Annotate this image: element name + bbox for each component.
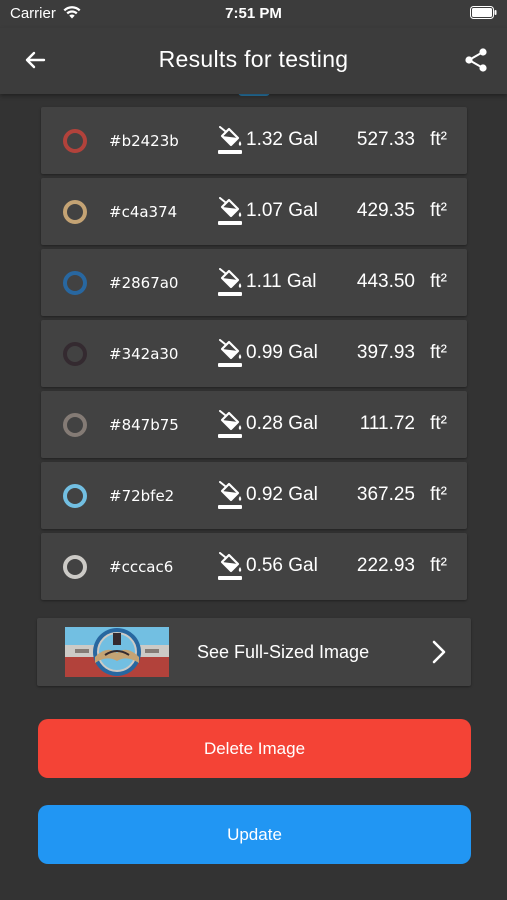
color-swatch [63, 484, 87, 508]
hex-code: #72bfe2 [109, 487, 175, 505]
hex-code: #b2423b [109, 132, 179, 150]
area-value: 443.50 [356, 271, 415, 292]
app-bar: Results for testing [0, 28, 507, 94]
color-row[interactable]: #847b75 0.28 Gal 111.72 ft² [41, 391, 467, 458]
color-swatch [63, 129, 87, 153]
hex-code: #c4a374 [109, 203, 178, 221]
delete-image-button[interactable]: Delete Image [38, 719, 471, 778]
see-full-image-label: See Full-Sized Image [197, 642, 370, 662]
image-thumbnail [65, 627, 169, 677]
page-title: Results for testing [158, 46, 349, 72]
paint-bucket-icon [217, 126, 243, 156]
area-value: 367.25 [356, 484, 415, 505]
status-bar: Carrier 7:51 PM [0, 0, 507, 28]
color-row[interactable]: #b2423b 1.32 Gal 527.33 ft² [41, 107, 467, 174]
chevron-right-icon [432, 640, 446, 664]
gallons-value: 1.07 Gal [246, 200, 318, 221]
color-row[interactable]: #cccac6 0.56 Gal 222.93 ft² [41, 533, 467, 600]
area-unit: ft² [430, 200, 447, 221]
area-value: 429.35 [356, 200, 415, 221]
paint-bucket-icon [217, 339, 243, 369]
hex-code: #847b75 [109, 416, 179, 434]
paint-bucket-icon [217, 410, 243, 440]
paint-bucket-icon [217, 552, 243, 582]
paint-bucket-icon [217, 197, 243, 227]
color-swatch [63, 413, 87, 437]
paint-bucket-icon [217, 481, 243, 511]
full-image-card[interactable]: See Full-Sized Image [37, 618, 471, 686]
hex-code: #cccac6 [109, 558, 174, 576]
area-unit: ft² [430, 555, 447, 576]
area-unit: ft² [430, 484, 447, 505]
paint-bucket-icon [217, 268, 243, 298]
hex-code: #342a30 [109, 345, 179, 363]
color-swatch [63, 271, 87, 295]
gallons-value: 0.28 Gal [246, 413, 318, 434]
area-value: 527.33 [356, 129, 415, 150]
gallons-value: 0.56 Gal [246, 555, 318, 576]
area-value: 397.93 [356, 342, 415, 363]
gallons-value: 0.92 Gal [246, 484, 318, 505]
gallons-value: 0.99 Gal [246, 342, 318, 363]
share-icon[interactable] [463, 47, 489, 73]
area-unit: ft² [430, 271, 447, 292]
area-unit: ft² [430, 413, 447, 434]
gallons-value: 1.32 Gal [246, 129, 318, 150]
battery-icon [470, 6, 497, 19]
hex-code: #2867a0 [109, 274, 179, 292]
gallons-value: 1.11 Gal [246, 271, 317, 292]
color-list: #b2423b 1.32 Gal 527.33 ft² #c4a374 1.07 Gal 4… [41, 107, 467, 604]
area-value: 111.72 [359, 413, 415, 434]
color-row[interactable]: #2867a0 1.11 Gal 443.50 ft² [41, 249, 467, 316]
area-unit: ft² [430, 129, 447, 150]
color-row[interactable]: #342a30 0.99 Gal 397.93 ft² [41, 320, 467, 387]
area-unit: ft² [430, 342, 447, 363]
results-screen: Carrier 7:51 PM Results for testing #b24… [0, 0, 507, 900]
update-button[interactable]: Update [38, 805, 471, 864]
clock: 7:51 PM [225, 5, 282, 22]
color-row[interactable]: #c4a374 1.07 Gal 429.35 ft² [41, 178, 467, 245]
color-row[interactable]: #72bfe2 0.92 Gal 367.25 ft² [41, 462, 467, 529]
color-swatch [63, 342, 87, 366]
color-swatch [63, 555, 87, 579]
area-value: 222.93 [356, 555, 415, 576]
color-swatch [63, 200, 87, 224]
